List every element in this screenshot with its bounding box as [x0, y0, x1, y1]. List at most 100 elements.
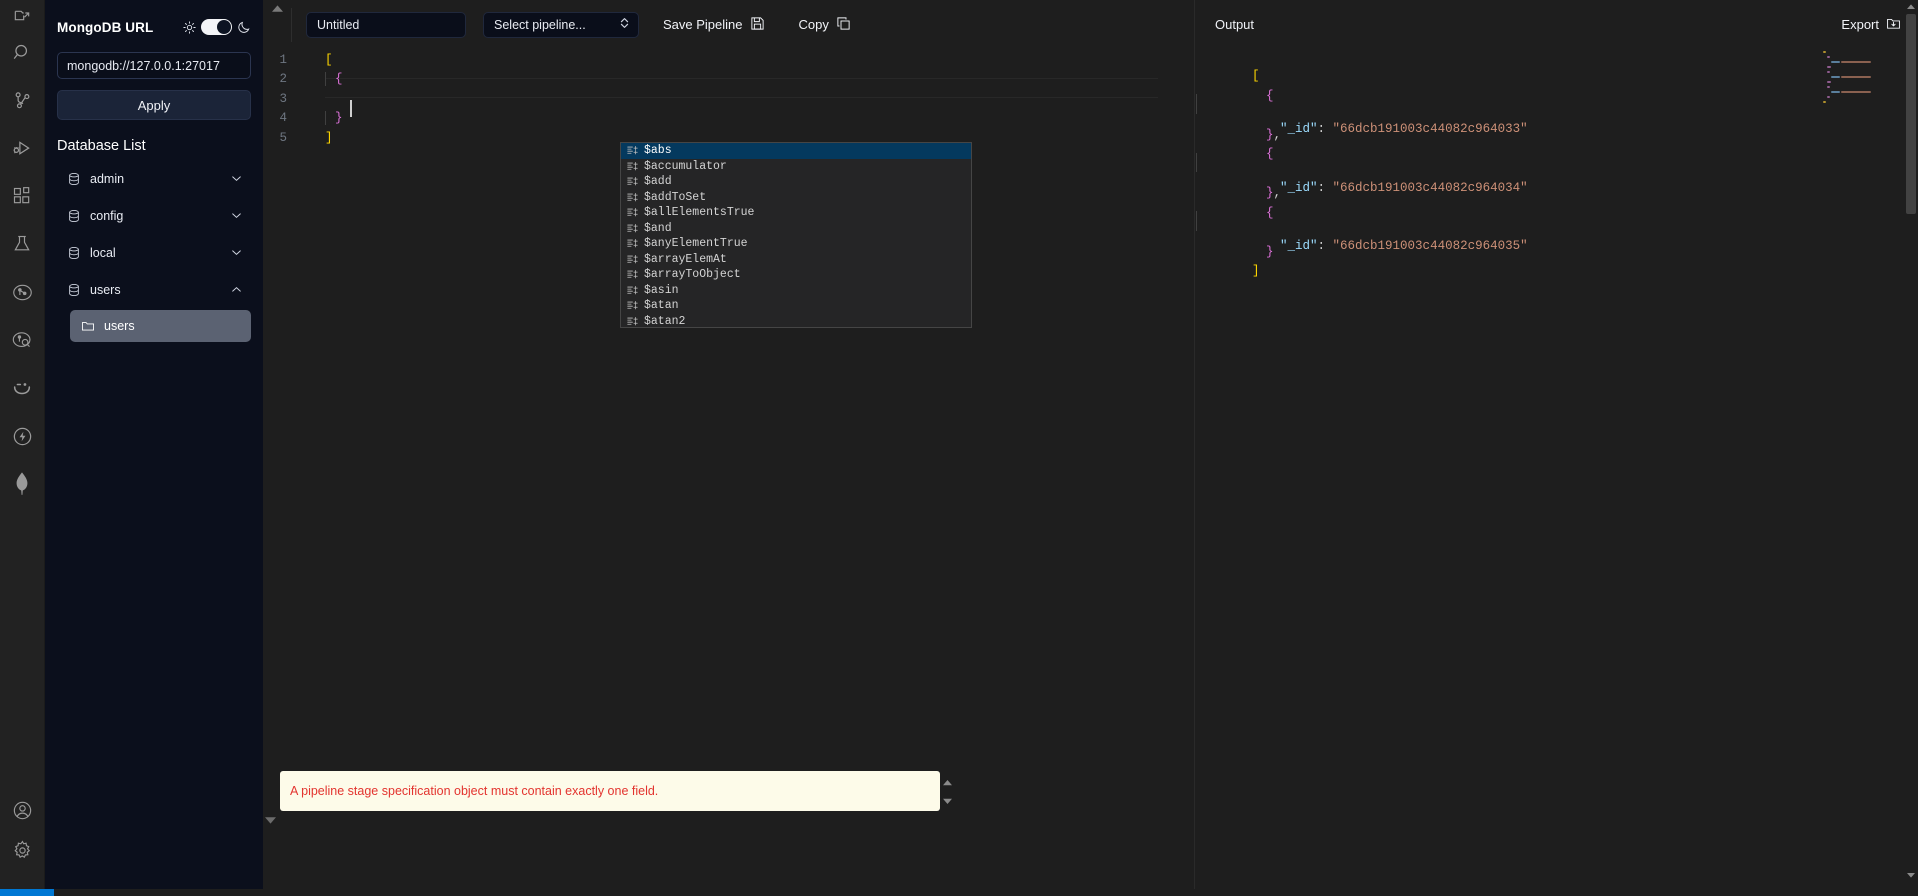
autocomplete-popup[interactable]: $abs $accumulator $add $addToSet $allEle…: [620, 142, 972, 328]
editor-scroll-down-icon[interactable]: [265, 811, 276, 829]
copy-button[interactable]: Copy: [799, 12, 851, 38]
chevron-down-icon[interactable]: [230, 246, 243, 259]
explorer-icon[interactable]: [0, 0, 45, 28]
remote-indicator[interactable]: [0, 889, 54, 896]
scroll-up-icon[interactable]: [1907, 3, 1915, 12]
error-panel: A pipeline stage specification object mu…: [280, 771, 952, 811]
database-row-users[interactable]: users: [57, 271, 251, 308]
output-scrollbar-thumb[interactable]: [1906, 14, 1916, 214]
output-minimap[interactable]: [1819, 49, 1891, 896]
account-icon[interactable]: [0, 786, 45, 834]
autocomplete-label: $asin: [644, 283, 679, 297]
keyword-icon: [627, 254, 638, 265]
moon-icon[interactable]: [237, 20, 251, 34]
autocomplete-label: $atan: [644, 299, 679, 313]
chevron-up-icon[interactable]: [230, 283, 243, 296]
chevron-down-icon[interactable]: [230, 209, 243, 222]
smiley-icon[interactable]: [0, 364, 45, 412]
autocomplete-label: $arrayToObject: [644, 268, 741, 282]
chevron-down-icon[interactable]: [230, 172, 243, 185]
line-number: 4: [279, 111, 287, 126]
extensions-icon[interactable]: [0, 172, 45, 220]
autocomplete-item[interactable]: $atan: [621, 298, 971, 314]
keyword-icon: [627, 145, 638, 156]
pipeline-name-input[interactable]: [306, 11, 466, 38]
copy-label: Copy: [798, 17, 829, 32]
autocomplete-item[interactable]: $atan2: [621, 314, 971, 328]
pipeline-select-dropdown[interactable]: Select pipeline...: [483, 11, 639, 38]
code-token: ]: [325, 130, 333, 145]
keyword-icon: [627, 176, 638, 187]
keyword-icon: [627, 238, 638, 249]
search-icon[interactable]: [0, 28, 45, 76]
keyword-icon: [627, 207, 638, 218]
autocomplete-item[interactable]: $arrayElemAt: [621, 252, 971, 268]
theme-switch-group: [183, 19, 251, 35]
keyword-icon: [627, 285, 638, 296]
testing-flask-icon[interactable]: [0, 220, 45, 268]
sidebar-panel: MongoDB URL Apply Database List: [45, 0, 263, 896]
output-column: Output Export [ { "_id": "66dcb191003c44…: [1194, 0, 1918, 896]
database-row-local[interactable]: local: [57, 234, 251, 271]
output-scrollbar[interactable]: [1904, 0, 1918, 896]
keyword-icon: [627, 300, 638, 311]
line-number: 2: [279, 72, 287, 87]
sun-icon[interactable]: [183, 20, 196, 34]
scroll-up-icon[interactable]: [943, 773, 952, 791]
output-token: ]: [1252, 264, 1260, 278]
database-row-admin[interactable]: admin: [57, 160, 251, 197]
output-json-view[interactable]: [ { "_id": "66dcb191003c44082c964033" },…: [1195, 49, 1918, 896]
collapse-panel-icon[interactable]: [263, 0, 291, 49]
database-list: admin config local users users: [57, 160, 251, 342]
autocomplete-item[interactable]: $add: [621, 174, 971, 190]
export-button[interactable]: Export: [1841, 12, 1901, 38]
database-label: users: [90, 282, 121, 297]
autocomplete-item[interactable]: $allElementsTrue: [621, 205, 971, 221]
theme-toggle-switch[interactable]: [201, 19, 232, 35]
autocomplete-label: $arrayElemAt: [644, 252, 727, 266]
autocomplete-item[interactable]: $arrayToObject: [621, 267, 971, 283]
graph-circle-icon[interactable]: [0, 268, 45, 316]
run-and-debug-icon[interactable]: [0, 124, 45, 172]
autocomplete-item[interactable]: $addToSet: [621, 190, 971, 206]
save-pipeline-button[interactable]: Save Pipeline: [663, 12, 765, 38]
pipeline-select-value: Select pipeline...: [494, 17, 586, 32]
autocomplete-label: $addToSet: [644, 190, 707, 204]
autocomplete-label: $allElementsTrue: [644, 206, 755, 220]
code-line: 1 [: [263, 50, 1194, 70]
graph-search-circle-icon[interactable]: [0, 316, 45, 364]
editor-column: Select pipeline... Save Pipeline Copy: [263, 0, 1194, 896]
scroll-down-icon[interactable]: [1907, 871, 1915, 880]
autocomplete-item[interactable]: $asin: [621, 283, 971, 299]
line-number: 1: [279, 52, 287, 67]
autocomplete-item[interactable]: $accumulator: [621, 159, 971, 175]
pipeline-code-editor[interactable]: 1 [ 2 { 3 4 } 5 ] $abs $accumulator $add…: [263, 49, 1194, 839]
save-pipeline-label: Save Pipeline: [663, 17, 743, 32]
collection-row-users[interactable]: users: [70, 310, 251, 342]
output-line: "_id": "66dcb191003c44082c964034": [1196, 152, 1918, 195]
code-token: }: [335, 111, 343, 126]
database-icon: [67, 209, 81, 223]
code-token: {: [335, 72, 343, 87]
settings-gear-icon[interactable]: [0, 834, 45, 896]
editor-toolbar: Select pipeline... Save Pipeline Copy: [263, 0, 1194, 49]
source-control-icon[interactable]: [0, 76, 45, 124]
mongodb-leaf-icon[interactable]: [0, 460, 45, 508]
database-icon: [67, 246, 81, 260]
activity-bar: [0, 0, 45, 896]
scroll-down-icon[interactable]: [943, 791, 952, 809]
autocomplete-item[interactable]: $anyElementTrue: [621, 236, 971, 252]
output-line: {: [1207, 133, 1918, 161]
database-row-config[interactable]: config: [57, 197, 251, 234]
error-panel-scrollbar[interactable]: [941, 771, 954, 811]
apply-button[interactable]: Apply: [57, 90, 251, 120]
database-icon: [67, 172, 81, 186]
output-line: {: [1207, 192, 1918, 220]
autocomplete-label: $atan2: [644, 314, 686, 328]
lightning-bolt-icon[interactable]: [0, 412, 45, 460]
copy-icon: [836, 16, 851, 34]
output-title: Output: [1215, 17, 1255, 32]
autocomplete-item[interactable]: $and: [621, 221, 971, 237]
autocomplete-item[interactable]: $abs: [621, 143, 971, 159]
mongodb-url-input[interactable]: [57, 52, 251, 79]
